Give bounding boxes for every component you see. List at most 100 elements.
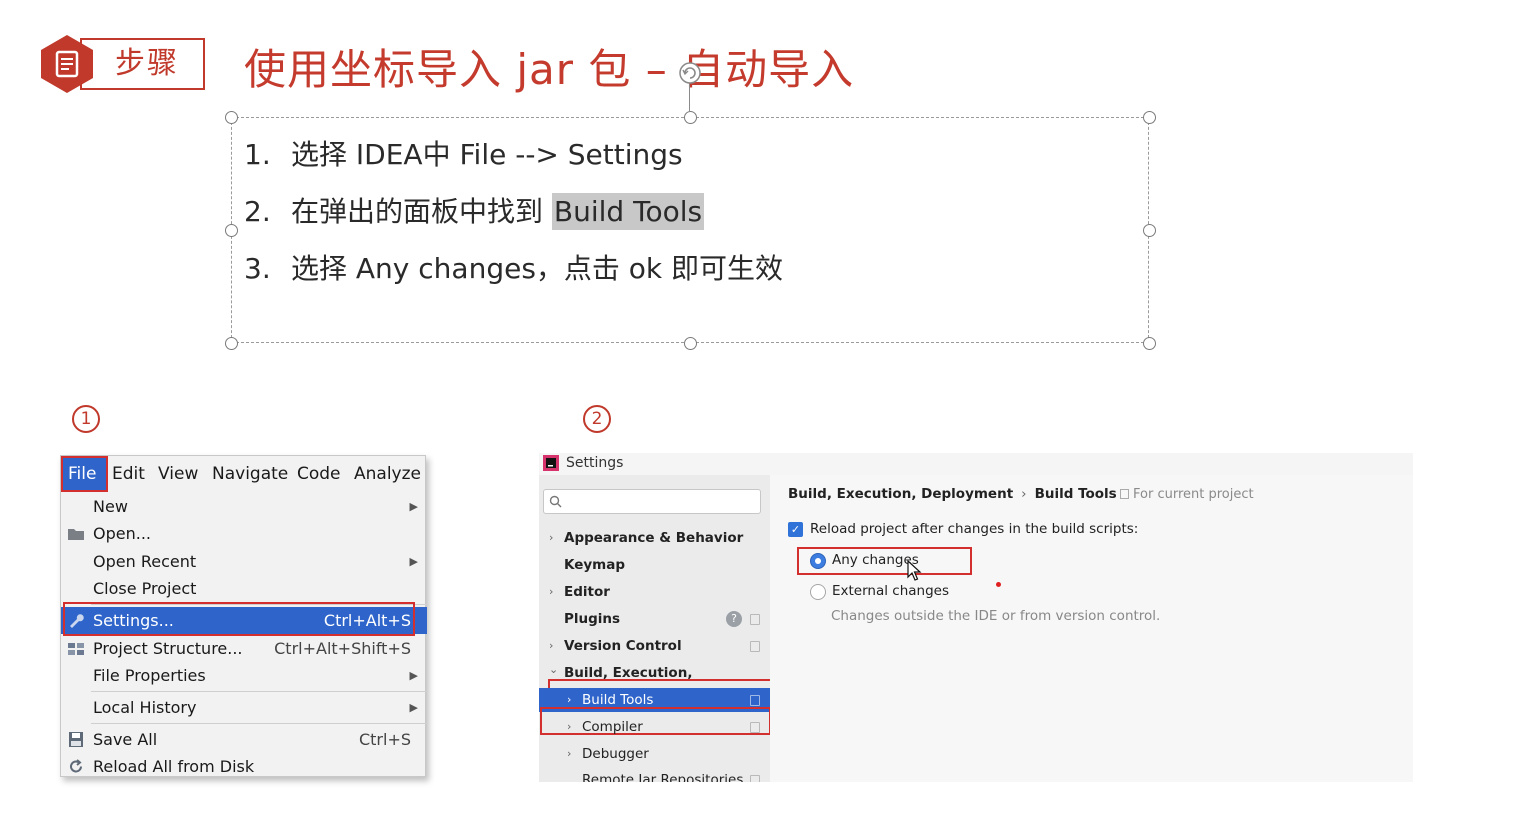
resize-handle-top-left[interactable]	[225, 111, 238, 124]
project-structure-icon	[68, 643, 84, 655]
chevron-down-icon: ⌄	[549, 663, 559, 676]
menu-view[interactable]: View	[158, 464, 198, 484]
menu-item-save-all[interactable]: Save All Ctrl+S	[61, 726, 427, 753]
copy-icon	[750, 695, 760, 706]
menu-item-label: Open...	[93, 524, 151, 543]
menu-analyze[interactable]: Analyze	[354, 464, 421, 484]
menu-item-reload-all[interactable]: Reload All from Disk	[61, 753, 427, 780]
menu-item-label: Reload All from Disk	[93, 757, 255, 776]
step-number: 1.	[244, 138, 271, 171]
intellij-logo-icon	[543, 455, 559, 471]
chevron-right-icon: ›	[549, 639, 554, 652]
tree-item-label: Plugins	[564, 611, 621, 627]
highlighted-text: Build Tools	[551, 193, 705, 230]
tree-item-label: Version Control	[564, 638, 682, 654]
tree-item-remote-jar-repositories[interactable]: Remote Jar Repositories	[539, 768, 770, 782]
rotate-stem	[689, 84, 690, 111]
tree-item-label: Keymap	[564, 557, 626, 573]
step-label: 步骤	[115, 46, 179, 81]
menu-item-shortcut: Ctrl+Alt+S	[323, 611, 411, 630]
chevron-right-icon: ›	[567, 747, 572, 760]
chevron-right-icon: ›	[567, 693, 572, 706]
menu-code[interactable]: Code	[297, 464, 341, 484]
step-text: 选择 Any changes，点击 ok 即可生效	[291, 252, 784, 285]
settings-search-input[interactable]	[543, 489, 761, 514]
tree-item-compiler[interactable]: › Compiler	[539, 715, 770, 739]
chevron-right-icon: ›	[567, 720, 572, 733]
breadcrumb-separator-icon: ›	[1021, 486, 1027, 502]
tree-item-plugins[interactable]: Plugins ?	[539, 607, 770, 631]
radio-external-changes[interactable]	[810, 584, 826, 600]
resize-handle-top[interactable]	[684, 111, 697, 124]
breadcrumb-item[interactable]: Build, Execution, Deployment	[788, 486, 1013, 502]
resize-handle-left[interactable]	[225, 224, 238, 237]
tree-item-keymap[interactable]: Keymap	[539, 553, 770, 577]
menu-item-open[interactable]: Open...	[61, 520, 427, 547]
document-icon	[41, 35, 93, 93]
resize-handle-right[interactable]	[1143, 224, 1156, 237]
menu-item-open-recent[interactable]: Open Recent ▶	[61, 548, 427, 575]
radio-any-changes[interactable]	[810, 553, 826, 569]
copy-icon	[750, 641, 760, 652]
wrench-icon	[70, 614, 84, 628]
tree-item-version-control[interactable]: › Version Control	[539, 634, 770, 658]
copy-icon	[1120, 489, 1129, 499]
tree-item-appearance[interactable]: › Appearance & Behavior	[539, 526, 770, 550]
folder-icon	[68, 529, 84, 540]
submenu-arrow-icon: ▶	[409, 701, 418, 714]
reload-checkbox[interactable]: ✓	[788, 522, 803, 537]
save-icon	[69, 732, 83, 747]
external-changes-description: Changes outside the IDE or from version …	[831, 608, 1161, 624]
radio-external-changes-label: External changes	[832, 583, 950, 599]
menu-item-settings[interactable]: Settings... Ctrl+Alt+S	[61, 607, 427, 634]
menu-edit[interactable]: Edit	[112, 464, 145, 484]
menu-item-local-history[interactable]: Local History ▶	[61, 694, 427, 721]
step-text: 在弹出的面板中找到	[291, 195, 552, 228]
menu-item-label: Settings...	[93, 611, 174, 630]
tree-item-label: Compiler	[582, 719, 643, 735]
step-number: 2.	[244, 195, 271, 228]
menu-item-label: File Properties	[93, 666, 206, 685]
menu-item-file-properties[interactable]: File Properties ▶	[61, 662, 427, 689]
submenu-arrow-icon: ▶	[409, 500, 418, 513]
laser-pointer-dot	[996, 582, 1001, 587]
tree-item-label: Build Tools	[582, 692, 654, 708]
tree-item-build-tools[interactable]: › Build Tools	[539, 688, 770, 712]
menu-bar: File Edit View Navigate Code Analyze	[61, 456, 427, 492]
resize-handle-bottom[interactable]	[684, 337, 697, 350]
breadcrumb-item[interactable]: Build Tools	[1035, 486, 1117, 502]
step-item: 1. 选择 IDEA中 File --> Settings	[244, 126, 783, 183]
rotate-icon[interactable]	[677, 60, 703, 86]
menu-item-label: Open Recent	[93, 552, 197, 571]
menu-item-close-project[interactable]: Close Project	[61, 575, 427, 602]
reload-checkbox-label: Reload project after changes in the buil…	[810, 521, 1139, 537]
menu-file[interactable]: File	[61, 456, 108, 492]
tree-item-label: Debugger	[582, 746, 649, 762]
tree-item-debugger[interactable]: › Debugger	[539, 742, 770, 766]
settings-title: Settings	[566, 455, 624, 471]
reload-icon	[70, 759, 82, 773]
settings-sidebar: › Appearance & Behavior Keymap › Editor …	[539, 475, 772, 782]
menu-navigate[interactable]: Navigate	[212, 464, 288, 484]
tree-item-editor[interactable]: › Editor	[539, 580, 770, 604]
copy-icon	[750, 614, 760, 625]
resize-handle-bottom-left[interactable]	[225, 337, 238, 350]
for-current-project-label: For current project	[1133, 487, 1254, 502]
breadcrumb: Build, Execution, Deployment › Build Tools	[788, 486, 1117, 502]
menu-item-shortcut: Ctrl+S	[358, 730, 411, 749]
resize-handle-bottom-right[interactable]	[1143, 337, 1156, 350]
menu-item-project-structure[interactable]: Project Structure... Ctrl+Alt+Shift+S	[61, 635, 427, 662]
step-item: 3. 选择 Any changes，点击 ok 即可生效	[244, 240, 783, 297]
steps-list: 1. 选择 IDEA中 File --> Settings 2. 在弹出的面板中找到…	[244, 126, 783, 297]
resize-handle-top-right[interactable]	[1143, 111, 1156, 124]
chevron-right-icon: ›	[549, 585, 554, 598]
marker-two: 2	[583, 405, 611, 433]
tree-item-label: Editor	[564, 584, 610, 600]
menu-item-label: Save All	[93, 730, 158, 749]
mouse-cursor-icon	[907, 560, 922, 581]
menu-item-label: Local History	[93, 698, 197, 717]
chevron-right-icon: ›	[549, 531, 554, 544]
tree-item-build-execution-deployment[interactable]: ⌄ Build, Execution, Deployment	[539, 661, 770, 705]
marker-one: 1	[72, 405, 100, 433]
menu-item-new[interactable]: New ▶	[61, 493, 427, 520]
